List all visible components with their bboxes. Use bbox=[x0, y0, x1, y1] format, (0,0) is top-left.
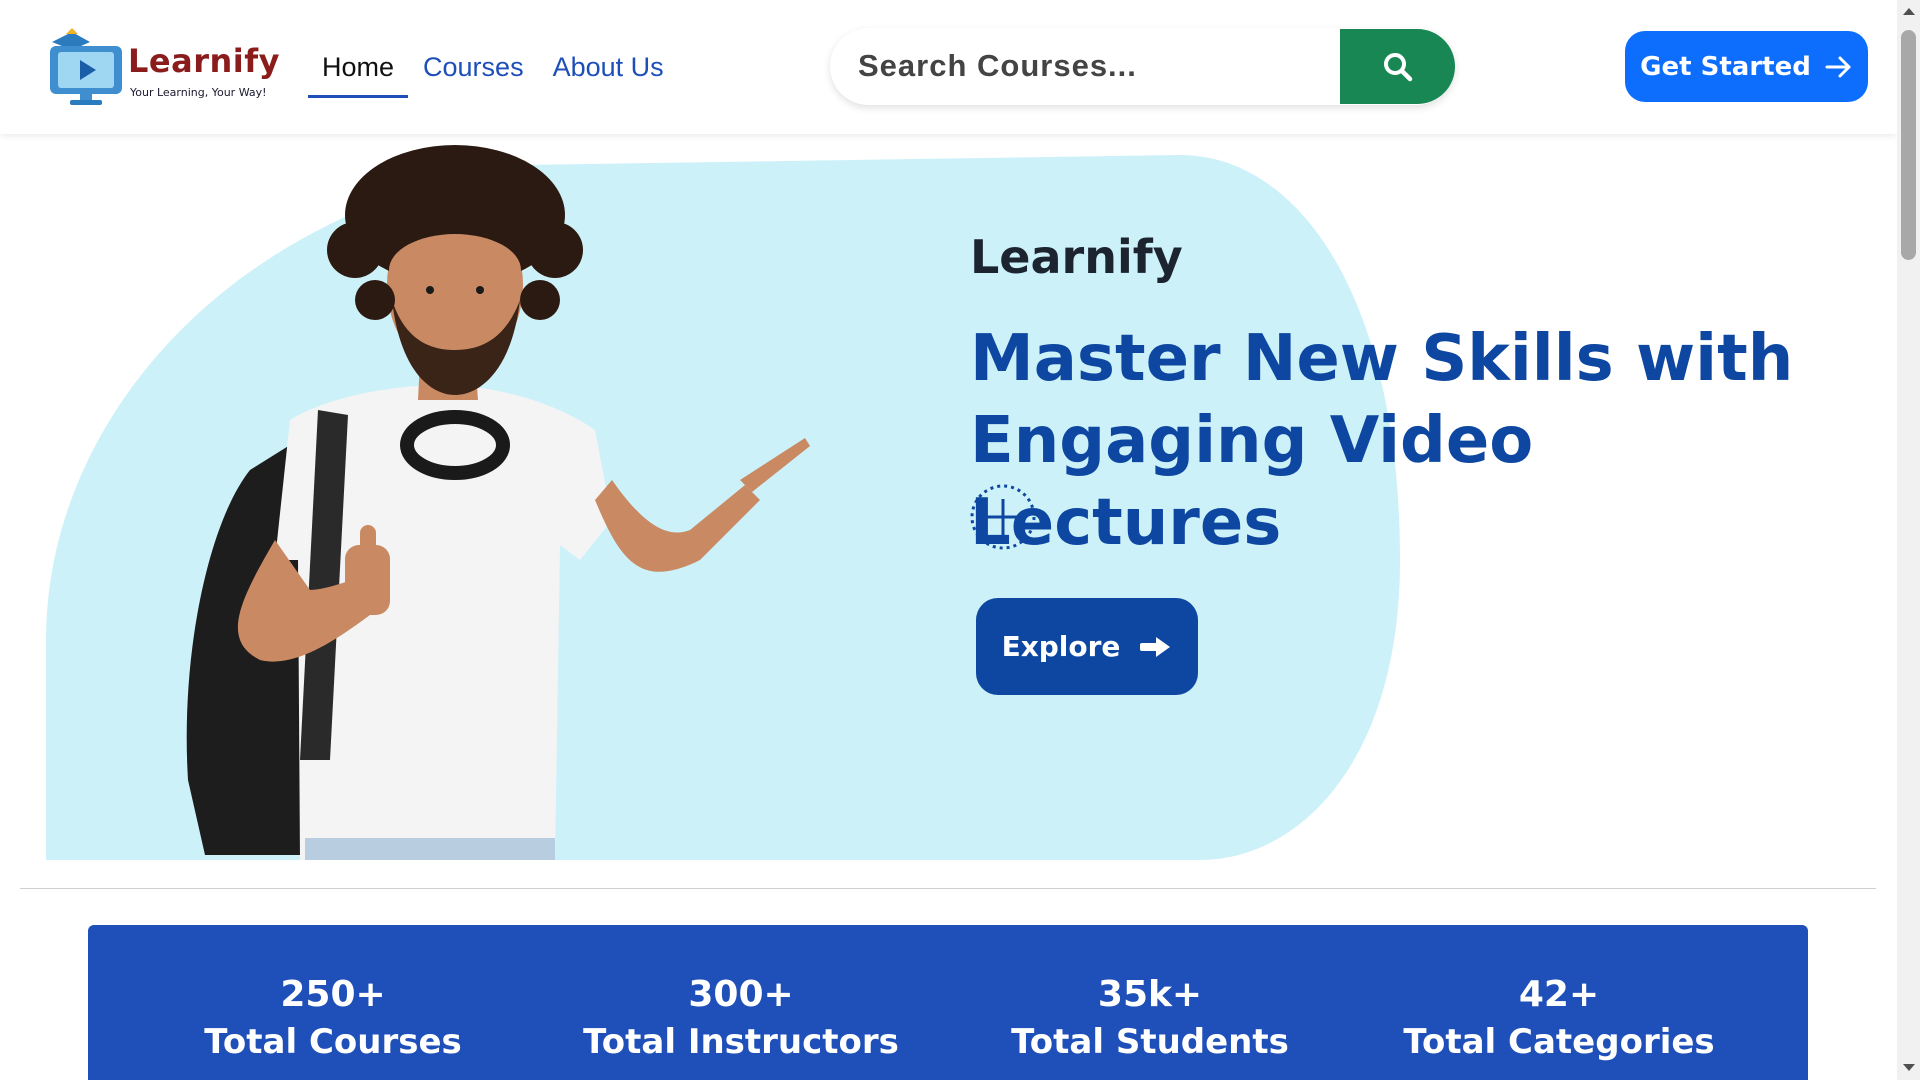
stat-value: 35k+ bbox=[1097, 974, 1203, 1015]
student-hero-image bbox=[186, 145, 810, 860]
stat-label: Total Instructors bbox=[583, 1022, 899, 1062]
stat-students: 35k+ Total Students bbox=[950, 973, 1350, 1067]
stat-instructors: 300+ Total Instructors bbox=[541, 973, 941, 1067]
stat-value: 250+ bbox=[280, 974, 386, 1015]
stat-label: Total Categories bbox=[1403, 1022, 1715, 1062]
scrollbar-thumb[interactable] bbox=[1901, 30, 1916, 260]
scroll-down-arrow-icon[interactable] bbox=[1903, 1064, 1915, 1071]
section-divider bbox=[20, 888, 1876, 889]
stat-value: 300+ bbox=[688, 974, 794, 1015]
hero-title: Master New Skills with Engaging Video Le… bbox=[970, 322, 1794, 560]
stat-courses: 250+ Total Courses bbox=[133, 973, 533, 1067]
scroll-up-arrow-icon[interactable] bbox=[1903, 8, 1915, 15]
arrow-right-icon bbox=[1140, 636, 1171, 657]
plus-circle-icon bbox=[970, 484, 1036, 550]
hero-eyebrow: Learnify bbox=[970, 230, 1183, 284]
stat-value: 42+ bbox=[1518, 974, 1600, 1015]
stat-label: Total Courses bbox=[204, 1022, 462, 1062]
explore-button[interactable]: Explore bbox=[976, 598, 1198, 695]
stat-categories: 42+ Total Categories bbox=[1359, 973, 1759, 1067]
explore-label: Explore bbox=[1001, 630, 1121, 663]
page-scrollbar[interactable] bbox=[1897, 0, 1920, 1080]
stat-label: Total Students bbox=[1011, 1022, 1289, 1062]
stats-bar: 250+ Total Courses 300+ Total Instructor… bbox=[88, 925, 1808, 1080]
